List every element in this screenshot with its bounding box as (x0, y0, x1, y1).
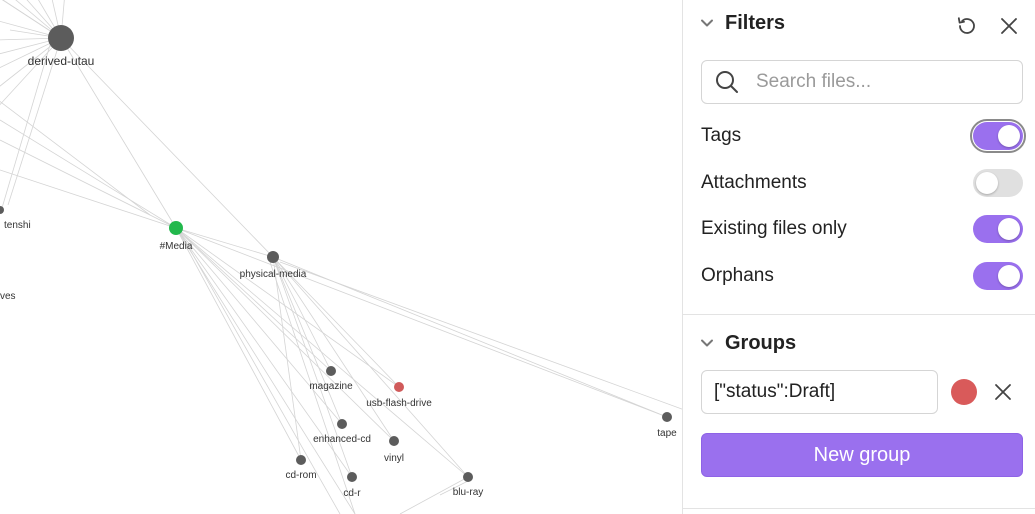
graph-edge (272, 256, 302, 461)
graph-edge (175, 227, 332, 372)
existing-files-toggle[interactable] (973, 215, 1023, 243)
toggle-knob (998, 265, 1020, 287)
new-group-button[interactable]: New group (701, 433, 1023, 477)
groups-header[interactable]: Groups (699, 329, 796, 357)
filters-title: Filters (725, 11, 786, 34)
graph-settings-panel: Filters Tags Attachments Existing files … (682, 0, 1035, 514)
toggle-row-tags: Tags (701, 119, 1026, 153)
toggle-knob (976, 172, 998, 194)
graph-node-label: ves (0, 291, 16, 302)
graph-node-tape[interactable] (662, 412, 672, 422)
chevron-down-icon (701, 339, 713, 347)
tags-label: Tags (701, 125, 742, 146)
section-divider (683, 314, 1035, 315)
search-input[interactable] (754, 70, 998, 94)
restore-button[interactable] (953, 12, 981, 40)
graph-node-label: enhanced-cd (313, 434, 371, 445)
graph-node-label: derived-utau (28, 54, 95, 68)
graph-edge (175, 227, 668, 418)
search-files[interactable] (701, 60, 1023, 104)
graph-node-label: vinyl (384, 453, 404, 464)
tags-toggle[interactable] (970, 119, 1026, 153)
graph-node-usb-flash-drive[interactable] (394, 382, 404, 392)
section-divider (683, 508, 1035, 509)
close-button[interactable] (995, 12, 1023, 40)
toggle-knob (998, 218, 1020, 240)
graph-node-label: cd-r (343, 488, 361, 499)
remove-group-button[interactable] (989, 378, 1017, 406)
graph-edge (175, 227, 395, 442)
graph-node-derived-utau[interactable] (48, 25, 74, 51)
graph-edge (0, 37, 62, 106)
graph-node-magazine[interactable] (326, 366, 336, 376)
graph-node-label: cd-rom (285, 470, 316, 481)
close-icon (995, 384, 1011, 400)
attachments-label: Attachments (701, 172, 807, 193)
graph-node-physical-media[interactable] (267, 251, 279, 263)
graph-edge (60, 37, 274, 258)
graph-node-label: tenshi (4, 220, 31, 231)
graph-node-cd-rom[interactable] (296, 455, 306, 465)
graph-node-blu-ray[interactable] (463, 472, 473, 482)
graph-edge (0, 119, 177, 229)
graph-node-label: usb-flash-drive (366, 398, 432, 409)
groups-title: Groups (725, 331, 797, 354)
graph-node-vinyl[interactable] (389, 436, 399, 446)
graph-nodes: derived-utau tenshi ves #Media physical-medi… (0, 25, 677, 499)
chevron-down-icon (701, 19, 713, 27)
graph-node-label: tape (657, 428, 677, 439)
search-icon (716, 71, 738, 93)
graph-node-label: #Media (160, 241, 193, 252)
graph-edge (175, 227, 343, 425)
close-icon (1001, 18, 1017, 34)
attachments-toggle[interactable] (973, 169, 1023, 197)
toggle-row-existing-files: Existing files only (701, 212, 1023, 246)
graph-node-label: blu-ray (453, 487, 484, 498)
orphans-toggle[interactable] (973, 262, 1023, 290)
graph-node-enhanced-cd[interactable] (337, 419, 347, 429)
orphans-label: Orphans (701, 265, 774, 286)
graph-edge (0, 101, 151, 216)
group-query-text: ["status":Draft] (714, 381, 836, 402)
filters-header[interactable]: Filters (699, 9, 785, 37)
existing-files-label: Existing files only (701, 218, 847, 239)
toggle-row-attachments: Attachments (701, 166, 1023, 200)
graph-node-tenshi[interactable] (0, 206, 4, 214)
graph-node-media[interactable] (169, 221, 183, 235)
graph-node-cd-r[interactable] (347, 472, 357, 482)
toggle-row-orphans: Orphans (701, 259, 1023, 293)
graph-node-label: magazine (309, 381, 353, 392)
restore-icon (957, 17, 975, 34)
group-query-input[interactable]: ["status":Draft] (701, 370, 938, 414)
graph-node-label: physical-media (240, 269, 307, 280)
graph-edge (1, 44, 51, 209)
new-group-label: New group (813, 443, 911, 466)
group-color-picker[interactable] (951, 379, 977, 405)
toggle-knob (998, 125, 1020, 147)
